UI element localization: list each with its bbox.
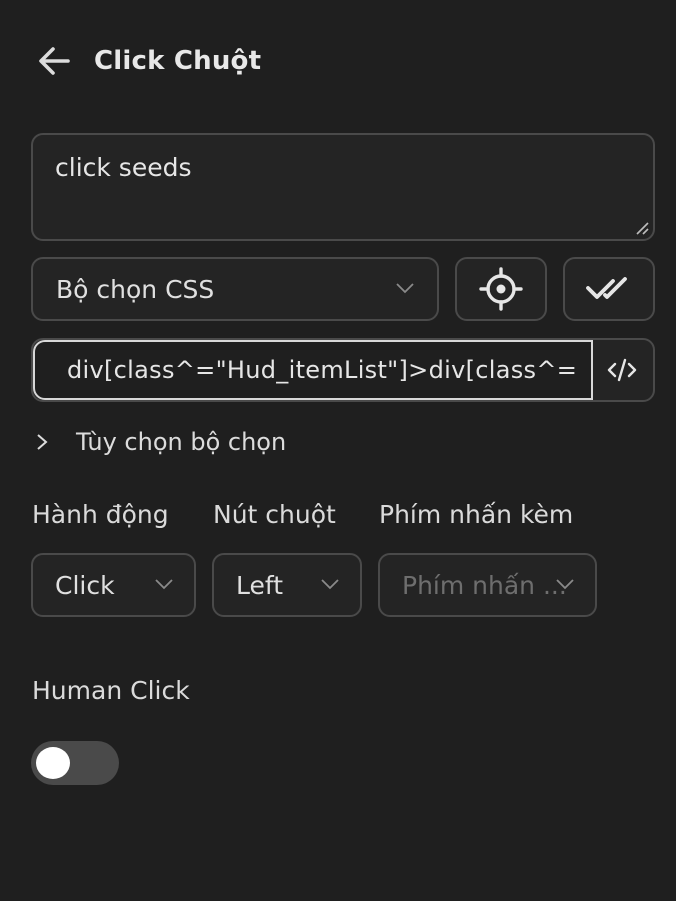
page-title: Click Chuột [94,46,262,76]
selector-value: div[class^="Hud_itemList"]>div[class^= [67,356,578,384]
action-label: Hành động [32,500,169,529]
mouse-button-value: Left [236,570,284,600]
mouse-button-label: Nút chuột [213,500,336,529]
chevron-down-icon [155,579,173,590]
human-click-label: Human Click [32,676,190,705]
modifier-key-label: Phím nhấn kèm [379,500,574,529]
chevron-down-icon [396,283,414,294]
verify-selector-button[interactable] [563,257,655,321]
mouse-button-select[interactable]: Left [212,553,362,617]
back-button[interactable] [34,41,74,81]
chevron-right-icon [37,434,48,450]
human-click-toggle[interactable] [31,741,119,785]
selector-options-label: Tùy chọn bộ chọn [76,428,287,456]
selector-type-value: Bộ chọn CSS [56,274,215,304]
selector-field-group: div[class^="Hud_itemList"]>div[class^= [31,338,655,402]
code-icon [607,358,637,382]
crosshair-icon [479,267,523,311]
modifier-key-placeholder: Phím nhấn ... [402,570,567,600]
click-block-editor: Click Chuột click seeds Bộ chọn CSS div[… [0,0,676,901]
pick-element-button[interactable] [455,257,547,321]
header: Click Chuột [36,40,261,82]
toggle-knob [36,747,70,779]
action-select[interactable]: Click [31,553,196,617]
description-textarea[interactable]: click seeds [31,133,655,241]
chevron-down-icon [556,579,574,590]
double-check-icon [586,277,627,299]
selector-input[interactable]: div[class^="Hud_itemList"]>div[class^= [33,340,593,400]
chevron-down-icon [321,579,339,590]
modifier-key-select[interactable]: Phím nhấn ... [378,553,597,617]
selector-type-select[interactable]: Bộ chọn CSS [31,257,439,321]
arrow-left-icon [39,47,70,75]
resize-handle-icon[interactable] [635,221,649,235]
action-value: Click [55,570,115,600]
code-editor-button[interactable] [591,340,653,400]
selector-options-toggle[interactable]: Tùy chọn bộ chọn [34,422,286,462]
description-text: click seeds [55,153,192,182]
